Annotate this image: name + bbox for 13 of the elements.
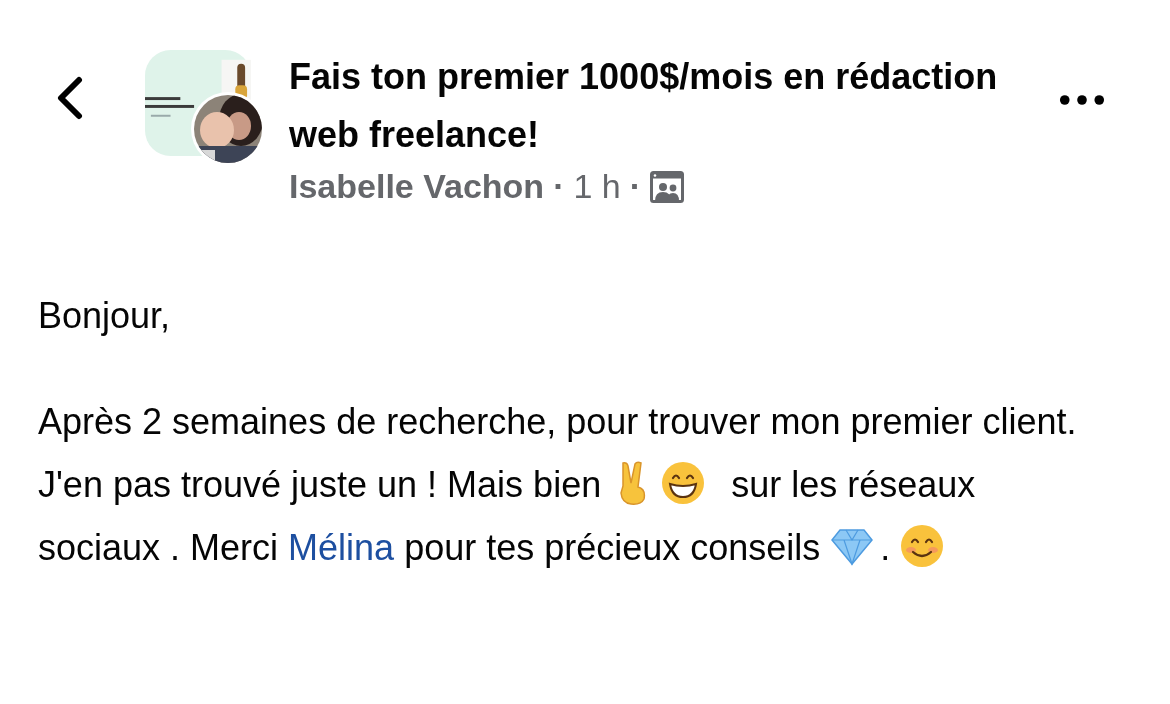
- group-audience-icon: [650, 170, 685, 203]
- group-title[interactable]: Fais ton premier 1000$/mois en rédaction web freelance!: [289, 48, 1029, 164]
- mention-link[interactable]: Mélina: [288, 527, 395, 568]
- grinning-face-icon: [661, 461, 706, 505]
- separator-dot: ·: [629, 167, 642, 206]
- more-options-icon[interactable]: [1059, 94, 1105, 106]
- post-text: Bonjour,: [38, 294, 172, 338]
- back-icon[interactable]: [55, 76, 85, 120]
- author-name[interactable]: Isabelle Vachon: [289, 167, 545, 206]
- separator-dot: ·: [553, 167, 565, 206]
- post-time: 1 h: [573, 167, 621, 206]
- post-text: Après 2 semaines de recherche, pour trouver mon premier client. J'en pas trouvé juste un ! Mais bien sur les réseaux sociaux . Merci Mélina pour tes précieux conseils .: [38, 400, 1078, 570]
- smiling-face-icon: [900, 524, 945, 568]
